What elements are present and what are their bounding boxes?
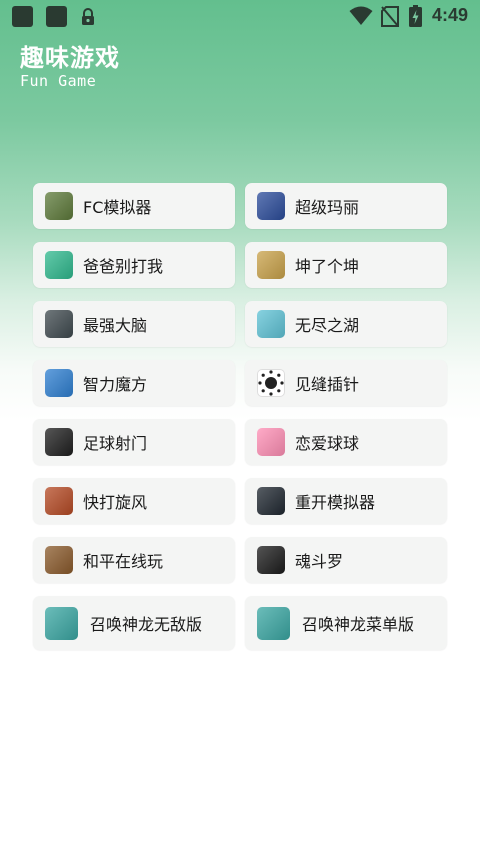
lock-icon bbox=[82, 8, 94, 25]
game-label: 智力魔方 bbox=[83, 375, 148, 394]
fc-emulator-icon bbox=[45, 192, 73, 220]
peace-elite-icon bbox=[45, 546, 73, 574]
clock: 4:49 bbox=[432, 5, 469, 25]
game-label: 召唤神龙菜单版 bbox=[302, 615, 415, 634]
no-sim-icon bbox=[381, 6, 399, 27]
notification-icon bbox=[46, 6, 67, 27]
game-label: 足球射门 bbox=[83, 434, 148, 453]
game-card[interactable]: 最强大脑 bbox=[33, 301, 235, 347]
game-label: 坤了个坤 bbox=[295, 257, 360, 276]
game-label: 见缝插针 bbox=[295, 375, 360, 394]
final-fight-icon bbox=[45, 487, 73, 515]
game-row: 召唤神龙无敌版 召唤神龙菜单版 bbox=[33, 596, 447, 650]
game-label: 魂斗罗 bbox=[295, 552, 344, 571]
game-label: 恋爱球球 bbox=[295, 434, 360, 453]
love-balls-icon bbox=[257, 428, 285, 456]
status-bar: 4:49 bbox=[0, 0, 480, 34]
pin-circle-icon bbox=[257, 369, 285, 397]
dad-dont-hit-me-icon bbox=[45, 251, 73, 279]
game-label: 快打旋风 bbox=[83, 493, 148, 512]
game-label: 和平在线玩 bbox=[83, 552, 164, 571]
game-card[interactable]: 坤了个坤 bbox=[245, 242, 447, 288]
game-card[interactable]: FC模拟器 bbox=[33, 183, 235, 229]
page-title: 趣味游戏 bbox=[20, 44, 120, 72]
game-card[interactable]: 无尽之湖 bbox=[245, 301, 447, 347]
restart-simulator-icon bbox=[257, 487, 285, 515]
endless-lake-icon bbox=[257, 310, 285, 338]
notification-icon bbox=[12, 6, 33, 27]
soccer-ball-icon bbox=[45, 428, 73, 456]
game-card[interactable]: 重开模拟器 bbox=[245, 478, 447, 524]
game-row: 最强大脑 无尽之湖 bbox=[33, 301, 447, 347]
game-card[interactable]: 召唤神龙无敌版 bbox=[33, 596, 235, 650]
game-card[interactable]: 见缝插针 bbox=[245, 360, 447, 406]
kun-kun-icon bbox=[257, 251, 285, 279]
dragon-menu-icon bbox=[257, 606, 290, 640]
game-row: 足球射门 恋爱球球 bbox=[33, 419, 447, 465]
strongest-brain-icon bbox=[45, 310, 73, 338]
wifi-icon bbox=[349, 6, 373, 25]
game-label: FC模拟器 bbox=[83, 198, 152, 217]
game-card[interactable]: 足球射门 bbox=[33, 419, 235, 465]
game-card[interactable]: 爸爸别打我 bbox=[33, 242, 235, 288]
game-row: 智力魔方 见缝插针 bbox=[33, 360, 447, 406]
game-label: 重开模拟器 bbox=[295, 493, 376, 512]
game-row: FC模拟器 超级玛丽 bbox=[33, 183, 447, 229]
game-card[interactable]: 恋爱球球 bbox=[245, 419, 447, 465]
game-row: 和平在线玩 魂斗罗 bbox=[33, 537, 447, 583]
dragon-invincible-icon bbox=[45, 606, 78, 640]
rubiks-cube-icon bbox=[45, 369, 73, 397]
game-card[interactable]: 快打旋风 bbox=[33, 478, 235, 524]
game-row: 快打旋风 重开模拟器 bbox=[33, 478, 447, 524]
battery-charging-icon bbox=[409, 5, 422, 27]
game-card[interactable]: 召唤神龙菜单版 bbox=[245, 596, 447, 650]
game-label: 无尽之湖 bbox=[295, 316, 360, 335]
game-label: 召唤神龙无敌版 bbox=[90, 615, 203, 634]
super-mario-icon bbox=[257, 192, 285, 220]
contra-icon bbox=[257, 546, 285, 574]
game-card[interactable]: 和平在线玩 bbox=[33, 537, 235, 583]
game-card[interactable]: 超级玛丽 bbox=[245, 183, 447, 229]
game-card[interactable]: 魂斗罗 bbox=[245, 537, 447, 583]
game-label: 爸爸别打我 bbox=[83, 257, 164, 276]
game-grid: FC模拟器 超级玛丽爸爸别打我 坤了个坤最强大脑 无尽之湖智力魔方 见缝插针足球射门 恋爱… bbox=[33, 183, 447, 663]
game-label: 最强大脑 bbox=[83, 316, 148, 335]
game-card[interactable]: 智力魔方 bbox=[33, 360, 235, 406]
page-subtitle: Fun Game bbox=[20, 72, 97, 90]
game-label: 超级玛丽 bbox=[295, 198, 360, 217]
game-row: 爸爸别打我 坤了个坤 bbox=[33, 242, 447, 288]
